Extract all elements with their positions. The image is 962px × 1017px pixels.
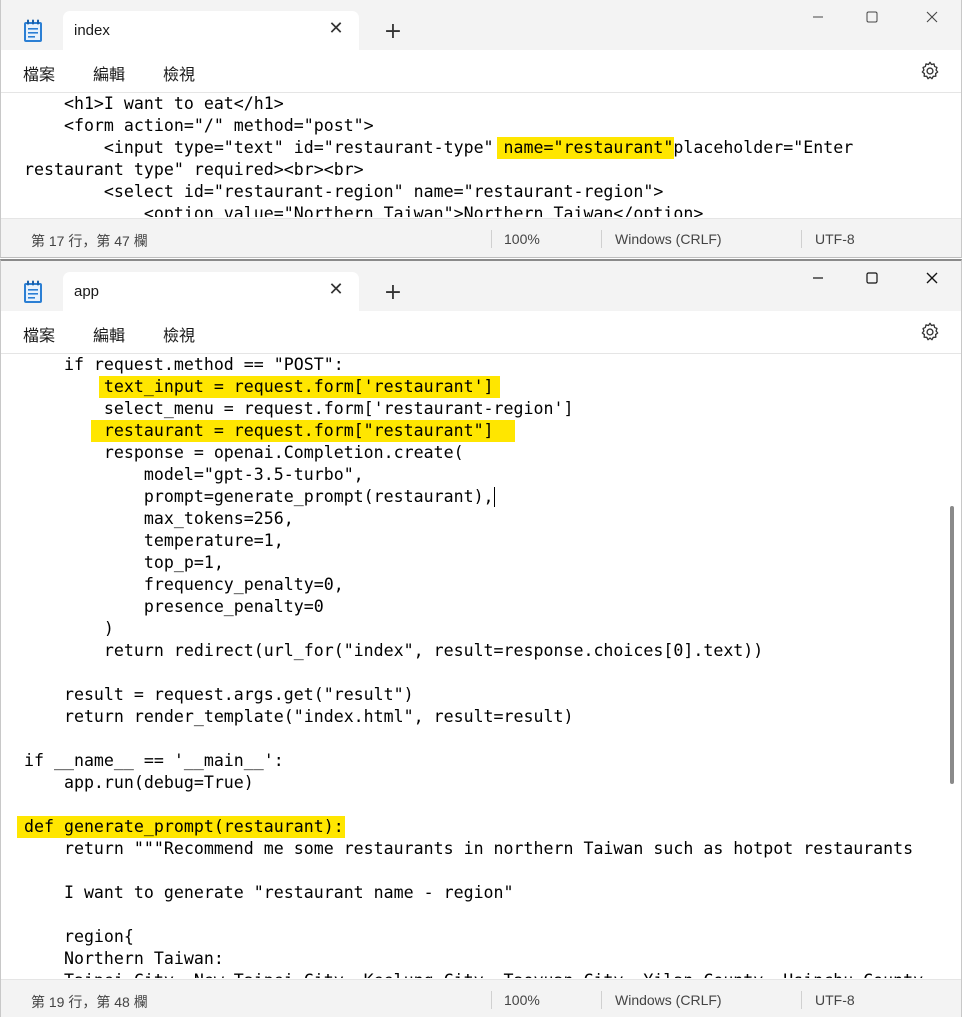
code-line: if request.method == "POST": <box>24 355 344 374</box>
cursor-position[interactable]: 第 19 行，第 48 欄 <box>31 992 148 1012</box>
minimize-icon[interactable] <box>795 0 841 36</box>
new-tab-button[interactable]: + <box>379 279 407 307</box>
code-line: <input type="text" id="restaurant-type" … <box>24 138 854 157</box>
notepad-app-icon <box>24 19 42 42</box>
settings-gear-icon[interactable] <box>919 60 941 82</box>
tab-label: index <box>74 22 110 39</box>
code-line: max_tokens=256, <box>24 509 294 528</box>
code-line: Taipei City, New Taipei City, Keelung Ci… <box>24 970 923 978</box>
code-line: app.run(debug=True) <box>24 773 254 792</box>
zoom-level[interactable]: 100% <box>504 231 540 247</box>
code-line: if __name__ == '__main__': <box>24 751 284 770</box>
code-line: def generate_prompt(restaurant): <box>24 817 344 836</box>
maximize-icon[interactable] <box>849 0 895 36</box>
status-divider <box>801 991 802 1009</box>
minimize-icon[interactable] <box>795 261 841 297</box>
code-line: frequency_penalty=0, <box>24 575 344 594</box>
line-ending[interactable]: Windows (CRLF) <box>615 992 722 1008</box>
code-line: <form action="/" method="post"> <box>24 116 374 135</box>
menu-bar: 檔案 編輯 檢視 <box>1 311 961 354</box>
menu-view[interactable]: 檢視 <box>163 322 195 346</box>
code-line: I want to generate "restaurant name - re… <box>24 883 514 902</box>
status-bar: 第 19 行，第 48 欄 100% Windows (CRLF) UTF-8 <box>1 979 961 1017</box>
close-tab-icon[interactable]: ✕ <box>325 18 347 40</box>
status-divider <box>801 230 802 248</box>
menu-file[interactable]: 檔案 <box>23 322 55 346</box>
code-line: return render_template("index.html", res… <box>24 707 574 726</box>
encoding[interactable]: UTF-8 <box>815 992 855 1008</box>
code-line: model="gpt-3.5-turbo", <box>24 465 364 484</box>
code-line: restaurant = request.form["restaurant"] <box>24 421 494 440</box>
menu-bar: 檔案 編輯 檢視 <box>1 50 961 93</box>
maximize-icon[interactable] <box>849 261 895 297</box>
text-cursor <box>494 487 495 507</box>
title-bar[interactable]: index ✕ + <box>1 0 961 51</box>
status-bar: 第 17 行，第 47 欄 100% Windows (CRLF) UTF-8 <box>1 218 961 257</box>
menu-edit[interactable]: 編輯 <box>93 61 125 85</box>
code-line: presence_penalty=0 <box>24 597 324 616</box>
vertical-scrollbar[interactable] <box>950 506 954 784</box>
code-line: return redirect(url_for("index", result=… <box>24 641 764 660</box>
notepad-app-icon <box>24 280 42 303</box>
code-line: <select id="restaurant-region" name="res… <box>24 182 664 201</box>
zoom-level[interactable]: 100% <box>504 992 540 1008</box>
notepad-window-index: index ✕ + 檔案 編輯 檢視 <h1>I want to eat</h1… <box>0 0 962 258</box>
code-line: <h1>I want to eat</h1> <box>24 94 284 113</box>
close-tab-icon[interactable]: ✕ <box>325 279 347 301</box>
line-ending[interactable]: Windows (CRLF) <box>615 231 722 247</box>
code-line: return """Recommend me some restaurants … <box>24 839 914 858</box>
code-line: temperature=1, <box>24 531 284 550</box>
code-line: prompt=generate_prompt(restaurant), <box>24 487 494 506</box>
code-line: region{ <box>24 927 134 946</box>
code-line: top_p=1, <box>24 553 224 572</box>
close-window-icon[interactable] <box>909 261 955 297</box>
status-divider <box>491 991 492 1009</box>
code-line: ) <box>24 619 114 638</box>
tab-app[interactable]: app ✕ <box>63 272 359 312</box>
close-window-icon[interactable] <box>909 0 955 36</box>
status-divider <box>601 991 602 1009</box>
encoding[interactable]: UTF-8 <box>815 231 855 247</box>
cursor-position[interactable]: 第 17 行，第 47 欄 <box>31 231 148 251</box>
menu-view[interactable]: 檢視 <box>163 61 195 85</box>
menu-edit[interactable]: 編輯 <box>93 322 125 346</box>
tab-label: app <box>74 283 100 300</box>
notepad-window-app: app ✕ + 檔案 編輯 檢視 if request.method == "P… <box>0 259 962 1017</box>
code-line: text_input = request.form['restaurant'] <box>24 377 494 396</box>
code-line: response = openai.Completion.create( <box>24 443 464 462</box>
code-line: restaurant type" required><br><br> <box>24 160 364 179</box>
status-divider <box>491 230 492 248</box>
menu-file[interactable]: 檔案 <box>23 61 55 85</box>
new-tab-button[interactable]: + <box>379 18 407 46</box>
code-line: select_menu = request.form['restaurant-r… <box>24 399 574 418</box>
title-bar[interactable]: app ✕ + <box>1 261 961 312</box>
code-line: result = request.args.get("result") <box>24 685 414 704</box>
text-editor[interactable]: <h1>I want to eat</h1> <form action="/" … <box>1 93 961 217</box>
tab-index[interactable]: index ✕ <box>63 11 359 51</box>
code-line: Northern Taiwan: <box>24 949 224 968</box>
text-editor[interactable]: if request.method == "POST": text_input … <box>1 354 961 978</box>
settings-gear-icon[interactable] <box>919 321 941 343</box>
code-line: <option value="Northern Taiwan">Northern… <box>24 204 704 217</box>
status-divider <box>601 230 602 248</box>
